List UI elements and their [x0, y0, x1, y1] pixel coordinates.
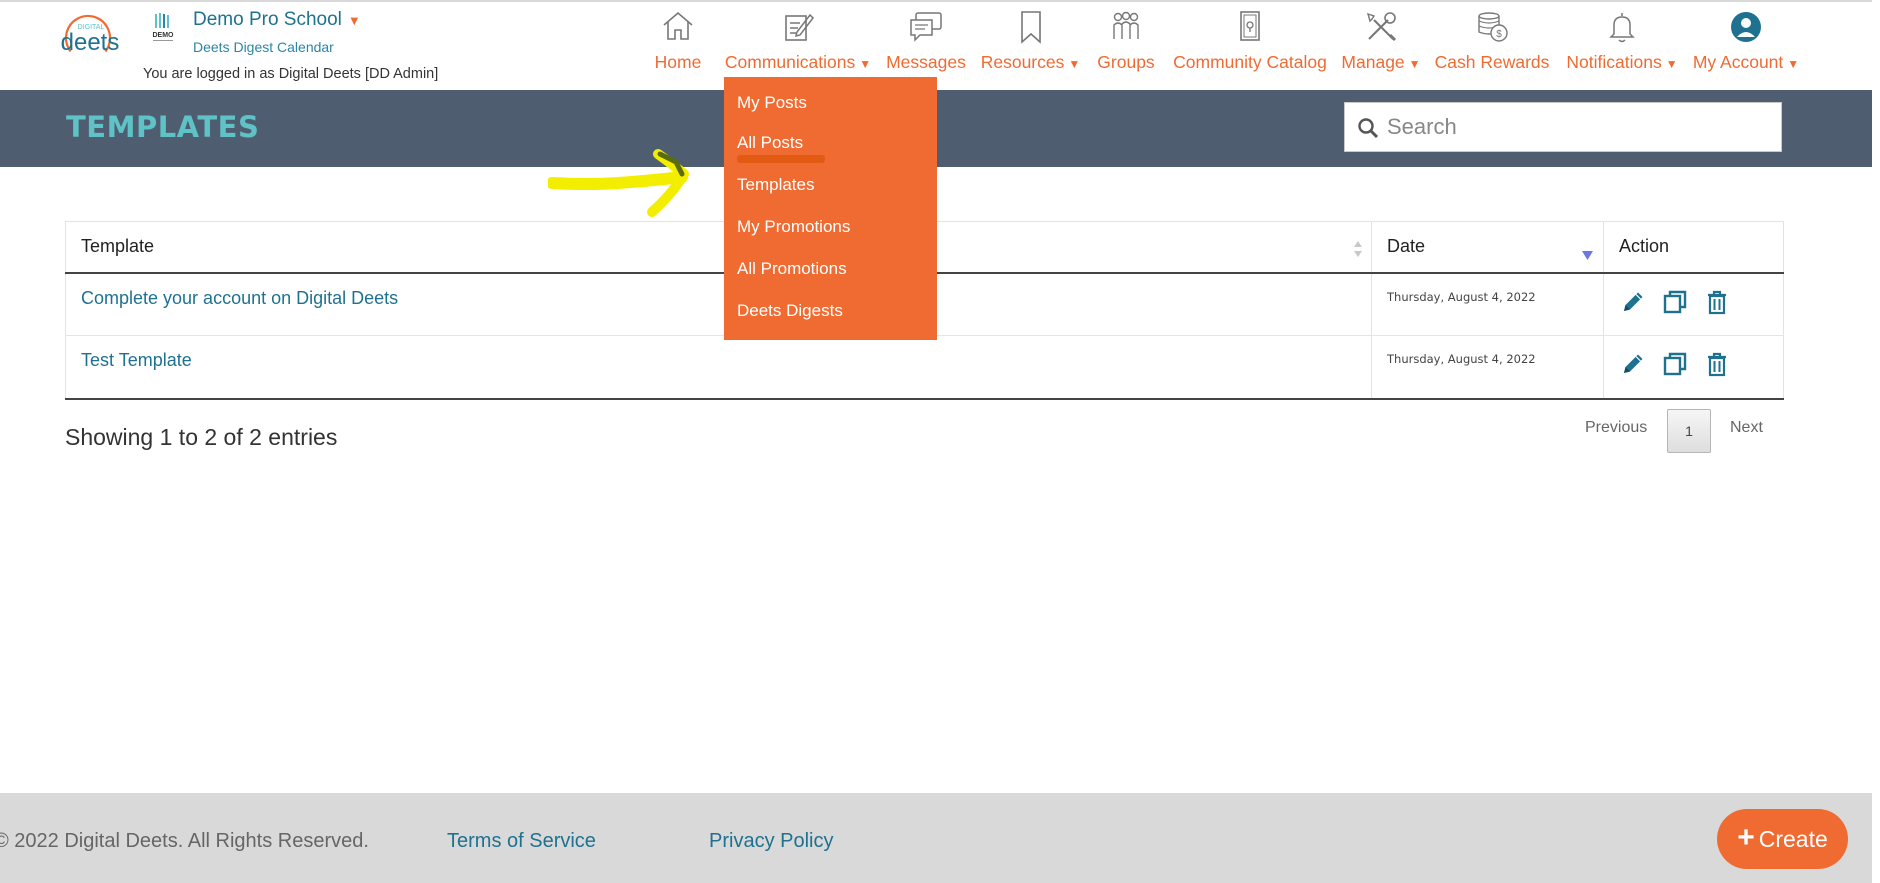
school-name: Demo Pro School	[193, 9, 342, 30]
catalog-icon	[1170, 10, 1330, 48]
annotation-underline	[737, 155, 825, 163]
create-button[interactable]: + Create	[1717, 809, 1848, 869]
page-footer: © 2022 Digital Deets. All Rights Reserve…	[0, 793, 1872, 883]
nav-notifications[interactable]: Notifications ▼	[1563, 10, 1681, 76]
nav-manage[interactable]: Manage ▼	[1340, 10, 1422, 76]
delete-button[interactable]	[1703, 288, 1731, 316]
nav-resources-label: Resources	[980, 52, 1065, 72]
nav-my-account[interactable]: My Account ▼	[1691, 10, 1801, 76]
column-header-date[interactable]: Date	[1371, 221, 1604, 274]
column-header-action: Action	[1603, 221, 1784, 274]
menu-item-my-posts[interactable]: My Posts	[737, 93, 807, 113]
sort-both-icon	[1353, 239, 1363, 264]
edit-button[interactable]	[1619, 288, 1647, 316]
window-top-border	[0, 0, 1880, 2]
column-header-template-label: Template	[81, 236, 155, 257]
nav-messages[interactable]: Messages	[884, 10, 968, 76]
template-link[interactable]: Complete your account on Digital Deets	[81, 288, 398, 308]
nav-my-account-label: My Account	[1692, 52, 1784, 72]
sort-descending-icon	[1582, 244, 1593, 265]
nav-resources[interactable]: Resources ▼	[979, 10, 1082, 76]
home-icon	[647, 10, 709, 48]
tools-icon	[1340, 10, 1422, 48]
template-link[interactable]: Test Template	[81, 350, 192, 370]
compose-icon	[722, 10, 874, 48]
edit-button[interactable]	[1619, 350, 1647, 378]
search-input[interactable]	[1385, 103, 1775, 151]
plus-icon: +	[1737, 820, 1755, 854]
pagination-next[interactable]: Next	[1730, 419, 1763, 463]
pagination-previous[interactable]: Previous	[1585, 419, 1647, 463]
table-row: Test Template Thursday, August 4, 2022	[65, 335, 1784, 400]
pencil-icon	[1624, 292, 1643, 311]
nav-community-catalog-label: Community Catalog	[1173, 52, 1327, 72]
school-emblem: DEMO	[148, 12, 178, 46]
bookmark-icon	[979, 10, 1082, 48]
create-button-label: Create	[1758, 825, 1828, 852]
duplicate-button[interactable]	[1661, 350, 1689, 378]
search-icon	[1357, 117, 1379, 144]
column-header-template[interactable]: Template	[65, 221, 1372, 274]
duplicate-button[interactable]	[1661, 288, 1689, 316]
delete-button[interactable]	[1703, 350, 1731, 378]
chat-icon	[884, 10, 968, 48]
nav-messages-label: Messages	[886, 52, 966, 72]
nav-groups[interactable]: Groups	[1094, 10, 1158, 76]
account-icon	[1691, 10, 1801, 48]
copy-icon	[1663, 352, 1687, 376]
nav-groups-label: Groups	[1097, 52, 1155, 72]
groups-icon	[1094, 10, 1158, 48]
copyright-text: © 2022 Digital Deets. All Rights Reserve…	[0, 830, 369, 852]
menu-item-all-posts[interactable]: All Posts	[737, 133, 803, 153]
terms-of-service-link[interactable]: Terms of Service	[447, 830, 596, 853]
nav-communications-label: Communications	[724, 52, 856, 72]
bell-icon	[1563, 10, 1681, 48]
coins-icon: $	[1432, 10, 1552, 48]
nav-home-label: Home	[654, 52, 702, 72]
trash-icon	[1708, 290, 1726, 314]
svg-text:$: $	[1496, 29, 1502, 40]
caret-down-icon: ▼	[1665, 57, 1678, 71]
search-box[interactable]	[1344, 102, 1782, 152]
scrollbar-track	[1872, 0, 1880, 883]
nav-cash-rewards[interactable]: $ Cash Rewards	[1432, 10, 1552, 76]
caret-down-icon: ▼	[347, 13, 361, 28]
entries-info: Showing 1 to 2 of 2 entries	[65, 424, 338, 450]
column-header-action-label: Action	[1619, 236, 1670, 257]
menu-item-deets-digests[interactable]: Deets Digests	[737, 301, 843, 321]
caret-down-icon: ▼	[1787, 57, 1800, 71]
template-date: Thursday, August 4, 2022	[1371, 335, 1604, 400]
school-selector[interactable]: Demo Pro School ▼	[193, 9, 361, 31]
nav-cash-rewards-label: Cash Rewards	[1434, 52, 1550, 72]
pagination-page-1[interactable]: 1	[1667, 409, 1711, 453]
digital-deets-logo[interactable]: DIGITAL deets	[54, 12, 130, 68]
nav-community-catalog[interactable]: Community Catalog	[1170, 10, 1330, 76]
menu-item-my-promotions[interactable]: My Promotions	[737, 217, 850, 237]
caret-down-icon: ▼	[1068, 57, 1081, 71]
logo-wordmark: deets	[61, 29, 120, 56]
nav-communications[interactable]: Communications ▼	[722, 10, 874, 76]
caret-down-icon: ▼	[859, 57, 872, 71]
communications-dropdown-menu: My Posts All Posts Templates My Promotio…	[724, 77, 937, 340]
page-title: TEMPLATES	[66, 110, 260, 144]
emblem-text: DEMO	[153, 32, 175, 39]
logged-in-status: You are logged in as Digital Deets [DD A…	[143, 66, 439, 82]
nav-manage-label: Manage	[1341, 52, 1405, 72]
pencil-icon	[1624, 354, 1643, 373]
nav-home[interactable]: Home	[647, 10, 709, 76]
column-header-date-label: Date	[1387, 236, 1426, 257]
menu-item-all-promotions[interactable]: All Promotions	[737, 259, 847, 279]
caret-down-icon: ▼	[1408, 57, 1421, 71]
annotation-arrow-icon	[548, 149, 689, 217]
copy-icon	[1663, 290, 1687, 313]
page-title-bar: TEMPLATES	[0, 90, 1880, 167]
trash-icon	[1708, 352, 1726, 377]
deets-digest-calendar-link[interactable]: Deets Digest Calendar	[193, 39, 334, 55]
privacy-policy-link[interactable]: Privacy Policy	[709, 830, 833, 853]
template-date: Thursday, August 4, 2022	[1371, 272, 1604, 336]
nav-notifications-label: Notifications	[1566, 52, 1662, 72]
menu-item-templates[interactable]: Templates	[737, 175, 814, 195]
